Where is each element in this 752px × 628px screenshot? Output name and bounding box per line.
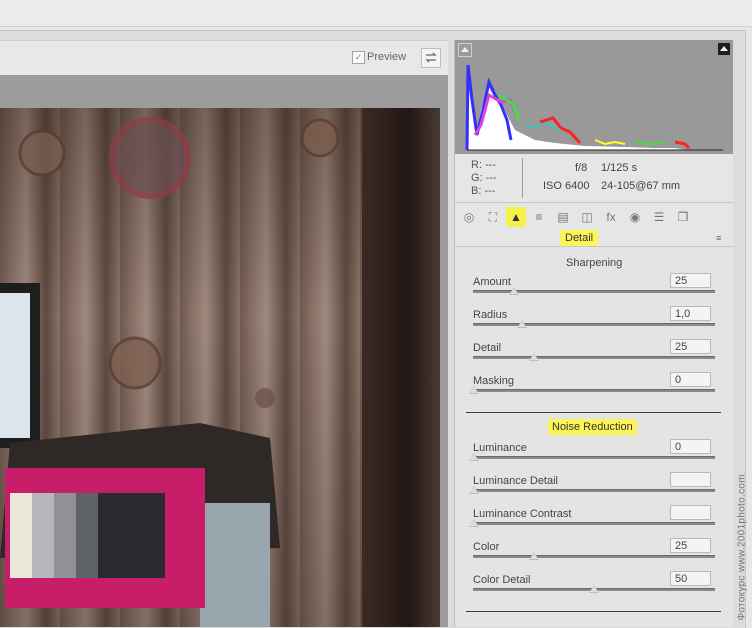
camera-calibration-icon[interactable]: ◉ <box>625 207 645 227</box>
amount-slider-thumb[interactable] <box>509 287 520 295</box>
luminance-contrast-slider-track[interactable] <box>473 522 715 525</box>
aperture-value: f/8 <box>575 162 588 174</box>
color-detail-label: Color Detail <box>473 574 531 586</box>
bottom-divider <box>466 611 721 612</box>
hsl-icon[interactable]: ≡ <box>529 207 549 227</box>
r-label: R: <box>471 159 482 171</box>
before-after-toggle-button[interactable] <box>421 48 441 68</box>
color-slider-row: Color 25 <box>473 538 718 571</box>
detail-icon[interactable]: ▲ <box>506 207 526 227</box>
watermark: Фотокурс www.2001photo.com <box>733 410 748 621</box>
sharpening-heading: Sharpening <box>566 257 623 269</box>
g-label: G: <box>471 172 483 184</box>
lens-corrections-icon[interactable]: ◫ <box>577 207 597 227</box>
section-divider <box>466 412 721 413</box>
luminance-detail-slider-row: Luminance Detail <box>469 472 718 505</box>
effects-icon[interactable]: fx <box>601 207 621 227</box>
luminance-contrast-label: Luminance Contrast <box>473 508 572 520</box>
detail-label: Detail <box>473 342 502 354</box>
panel-menu-icon[interactable]: ≡ <box>716 233 721 243</box>
info-separator <box>522 158 523 198</box>
color-slider-thumb[interactable] <box>529 552 539 560</box>
color-input[interactable]: 25 <box>670 538 711 553</box>
radius-input[interactable]: 1,0 <box>670 306 711 321</box>
detail-slider-thumb[interactable] <box>529 353 539 361</box>
masking-slider-track[interactable] <box>473 389 715 392</box>
color-label: Color <box>473 541 500 553</box>
masking-input[interactable]: 0 <box>670 372 711 387</box>
panel-tabs: ◎ ⛶ ▲ ≡ ▤ ◫ fx ◉ ☰ ❐ <box>455 204 733 230</box>
presets-icon[interactable]: ☰ <box>649 207 669 227</box>
camera-info: R: --- G: --- B: --- f/8 1/125 s ISO 640… <box>455 154 733 203</box>
luminance-label: Luminance <box>473 442 527 454</box>
luminance-detail-input[interactable] <box>670 472 711 487</box>
radius-slider-thumb[interactable] <box>517 320 527 328</box>
detail-slider-row: Detail 25 <box>473 339 718 372</box>
luminance-input[interactable]: 0 <box>670 439 711 454</box>
shutter-value: 1/125 s <box>601 162 638 174</box>
color-detail-slider-row: Color Detail 50 <box>473 571 718 604</box>
radius-slider-track[interactable] <box>473 323 715 326</box>
masking-slider-thumb[interactable] <box>469 386 479 394</box>
color-slider-track[interactable] <box>473 555 715 558</box>
preview-checkbox[interactable]: ✓ <box>352 51 365 64</box>
tone-curve-icon[interactable]: ⛶ <box>483 207 503 227</box>
detail-slider-track[interactable] <box>473 356 715 359</box>
amount-slider-row: Amount 25 <box>473 273 718 306</box>
photo-preview[interactable] <box>0 108 440 627</box>
luminance-slider-track[interactable] <box>473 456 715 459</box>
luminance-detail-slider-track[interactable] <box>473 489 715 492</box>
radius-label: Radius <box>473 309 508 321</box>
snapshots-icon[interactable]: ❐ <box>673 207 693 227</box>
detail-input[interactable]: 25 <box>670 339 711 354</box>
basic-icon[interactable]: ◎ <box>459 207 479 227</box>
color-detail-slider-thumb[interactable] <box>589 585 599 593</box>
luminance-detail-label: Luminance Detail <box>473 475 558 487</box>
rgb-readout: R: --- G: --- B: --- <box>471 159 497 198</box>
amount-label: Amount <box>473 276 511 288</box>
photo-content <box>0 117 340 627</box>
color-detail-input[interactable]: 50 <box>670 571 711 586</box>
toggle-arrows-icon <box>425 52 437 63</box>
masking-slider-row: Masking 0 <box>469 372 718 405</box>
histogram <box>455 40 733 154</box>
r-value: --- <box>485 159 497 171</box>
lens-value: 24-105@67 mm <box>601 180 681 192</box>
radius-slider-row: Radius 1,0 <box>473 306 718 339</box>
preview-label: Preview <box>367 51 407 63</box>
luminance-contrast-slider-thumb[interactable] <box>469 519 479 527</box>
g-value: --- <box>485 172 497 184</box>
masking-label: Masking <box>473 375 514 387</box>
histogram-graph <box>465 64 723 151</box>
window-title-strip <box>0 0 752 27</box>
watermark-text: Фотокурс www.2001photo.com <box>736 474 748 621</box>
luminance-slider-row: Luminance 0 <box>469 439 718 472</box>
b-label: B: <box>471 185 482 197</box>
luminance-contrast-slider-row: Luminance Contrast <box>469 505 718 538</box>
panel-title: Detail <box>560 230 599 246</box>
luminance-contrast-input[interactable] <box>670 505 711 520</box>
noise-reduction-heading: Noise Reduction <box>548 419 637 435</box>
luminance-detail-slider-thumb[interactable] <box>469 486 479 494</box>
amount-input[interactable]: 25 <box>670 273 711 288</box>
iso-value: ISO 6400 <box>543 180 590 192</box>
luminance-slider-thumb[interactable] <box>469 453 479 461</box>
split-toning-icon[interactable]: ▤ <box>553 207 573 227</box>
b-value: --- <box>484 185 496 197</box>
